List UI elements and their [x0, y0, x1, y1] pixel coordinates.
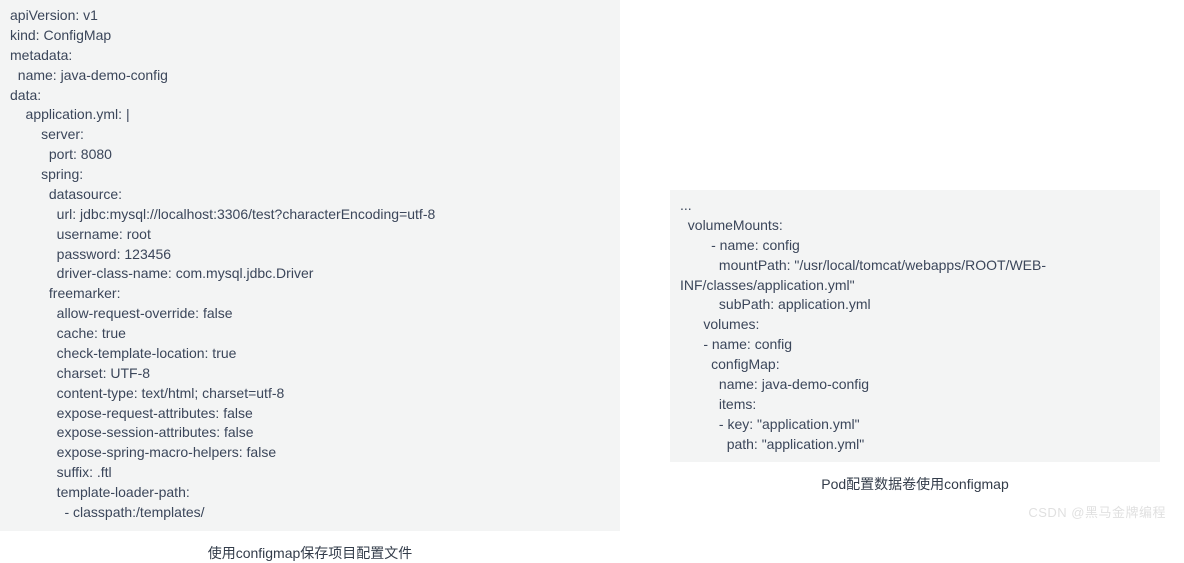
left-caption: 使用configmap保存项目配置文件	[0, 543, 620, 563]
document-container: apiVersion: v1 kind: ConfigMap metadata:…	[0, 0, 1184, 563]
left-column: apiVersion: v1 kind: ConfigMap metadata:…	[0, 0, 620, 563]
right-caption: Pod配置数据卷使用configmap	[670, 474, 1160, 494]
right-column: ... volumeMounts: - name: config mountPa…	[670, 0, 1160, 563]
configmap-yaml-block: apiVersion: v1 kind: ConfigMap metadata:…	[0, 0, 620, 531]
pod-volume-yaml-block: ... volumeMounts: - name: config mountPa…	[670, 190, 1160, 462]
watermark-text: CSDN @黑马金牌编程	[1028, 502, 1166, 521]
